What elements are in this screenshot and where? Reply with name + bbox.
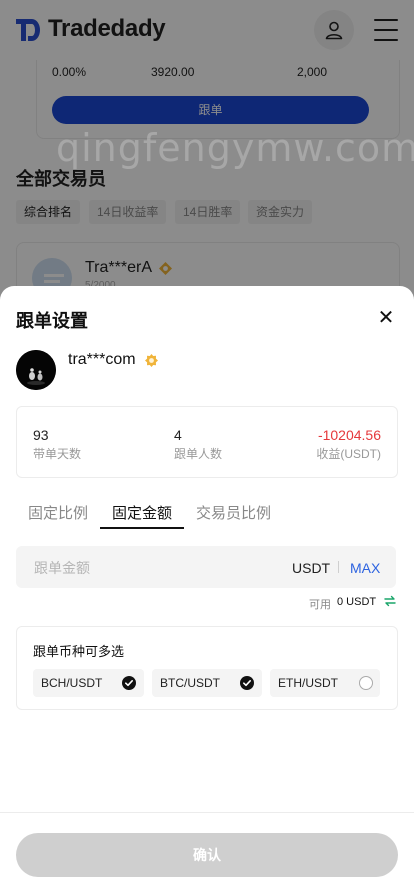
pnl-label: 收益(USDT) xyxy=(316,447,381,461)
coin-selection-title: 跟单币种可多选 xyxy=(33,644,125,659)
trader-stats-box: 93 带单天数 4 跟单人数 -10204.56 收益(USDT) xyxy=(16,406,398,478)
tab-trader-ratio[interactable]: 交易员比例 xyxy=(196,502,271,523)
followers-label: 跟单人数 xyxy=(174,447,223,461)
follow-amount-field: USDT MAX xyxy=(16,546,396,590)
coin-label: ETH/USDT xyxy=(278,676,338,690)
tab-fixed-amount[interactable]: 固定金额 xyxy=(112,502,172,523)
profile-avatar xyxy=(16,350,56,390)
followers-value: 4 xyxy=(174,427,182,443)
trading-days-label: 带单天数 xyxy=(33,447,82,461)
unchecked-circle-icon xyxy=(359,676,373,690)
close-icon[interactable]: ✕ xyxy=(376,308,396,328)
checked-icon xyxy=(122,676,136,690)
coin-option-btc[interactable]: BTC/USDT xyxy=(152,669,262,697)
follow-amount-input[interactable] xyxy=(32,546,276,590)
watermark-text: qingfengymw.com xyxy=(56,126,414,170)
amount-unit: USDT xyxy=(292,560,331,576)
transfer-icon[interactable] xyxy=(384,595,396,607)
coin-option-eth[interactable]: ETH/USDT xyxy=(270,669,380,697)
coin-selection-box xyxy=(16,626,398,710)
max-button[interactable]: MAX xyxy=(350,560,380,576)
available-balance: 0 USDT xyxy=(337,596,377,608)
verified-badge-icon xyxy=(145,354,158,367)
coin-option-bch[interactable]: BCH/USDT xyxy=(33,669,144,697)
coin-label: BCH/USDT xyxy=(41,676,103,690)
tab-fixed-ratio[interactable]: 固定比例 xyxy=(28,502,88,523)
footer-divider xyxy=(0,812,414,813)
trading-days-value: 93 xyxy=(33,427,49,443)
active-tab-indicator xyxy=(100,527,184,529)
available-label: 可用 xyxy=(309,599,331,611)
unit-separator xyxy=(338,561,339,573)
coin-label: BTC/USDT xyxy=(160,676,220,690)
sheet-title: 跟单设置 xyxy=(16,311,88,331)
profile-name: tra***com xyxy=(68,351,136,368)
follow-settings-sheet: 跟单设置 ✕ tra***com 93 带单天数 4 跟单人数 -10204.5… xyxy=(0,286,414,896)
pnl-value: -10204.56 xyxy=(317,427,381,443)
checked-icon xyxy=(240,676,254,690)
confirm-button[interactable]: 确认 xyxy=(16,833,398,877)
